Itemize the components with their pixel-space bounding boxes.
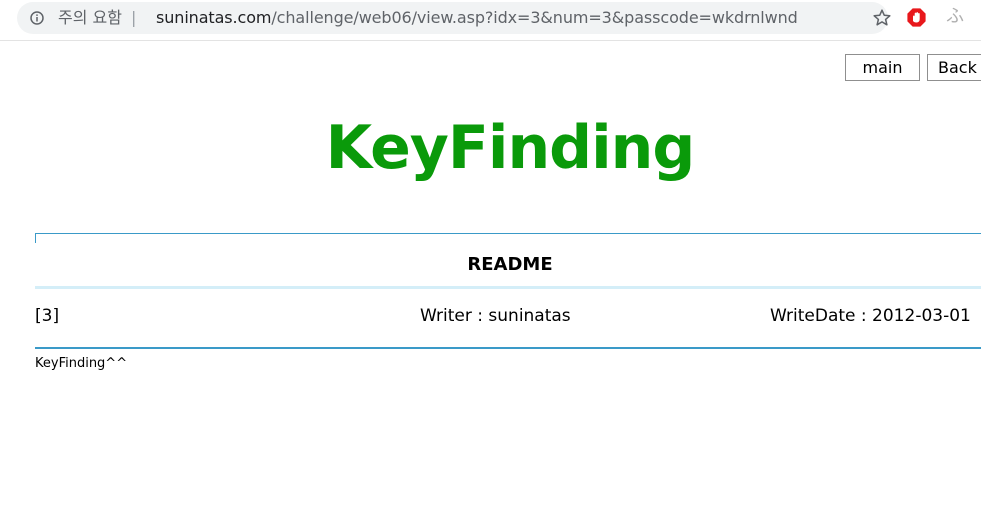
- post-number: [3]: [35, 306, 60, 326]
- subject-divider: [35, 286, 981, 289]
- main-button[interactable]: main: [845, 54, 920, 81]
- post-body: KeyFinding^^: [35, 356, 128, 371]
- page: 주의 요함 | suninatas.com/challenge/web06/vi…: [0, 0, 981, 516]
- address-bar[interactable]: 주의 요함 | suninatas.com/challenge/web06/vi…: [17, 2, 891, 34]
- post-writer: Writer : suninatas: [420, 306, 571, 326]
- post-write-date: WriteDate : 2012-03-01: [770, 306, 971, 326]
- info-icon[interactable]: [30, 10, 44, 25]
- browser-toolbar: 주의 요함 | suninatas.com/challenge/web06/vi…: [0, 0, 981, 41]
- url-separator: |: [131, 8, 137, 27]
- stop-sign-icon[interactable]: [906, 7, 927, 28]
- post-subject: README: [467, 254, 553, 275]
- board-top-border: [35, 233, 981, 234]
- board-corner-tick: [35, 233, 36, 243]
- back-button[interactable]: Back: [927, 54, 981, 81]
- board-bottom-border: [35, 347, 981, 349]
- url-text[interactable]: suninatas.com/challenge/web06/view.asp?i…: [156, 7, 798, 29]
- security-status-label[interactable]: 주의 요함: [58, 7, 122, 29]
- url-path: /challenge/web06/view.asp?idx=3&num=3&pa…: [271, 8, 798, 27]
- url-domain: suninatas.com: [156, 8, 272, 27]
- star-icon[interactable]: [872, 8, 892, 28]
- page-title: KeyFinding: [325, 113, 696, 183]
- extension-icon[interactable]: ふ: [946, 4, 970, 30]
